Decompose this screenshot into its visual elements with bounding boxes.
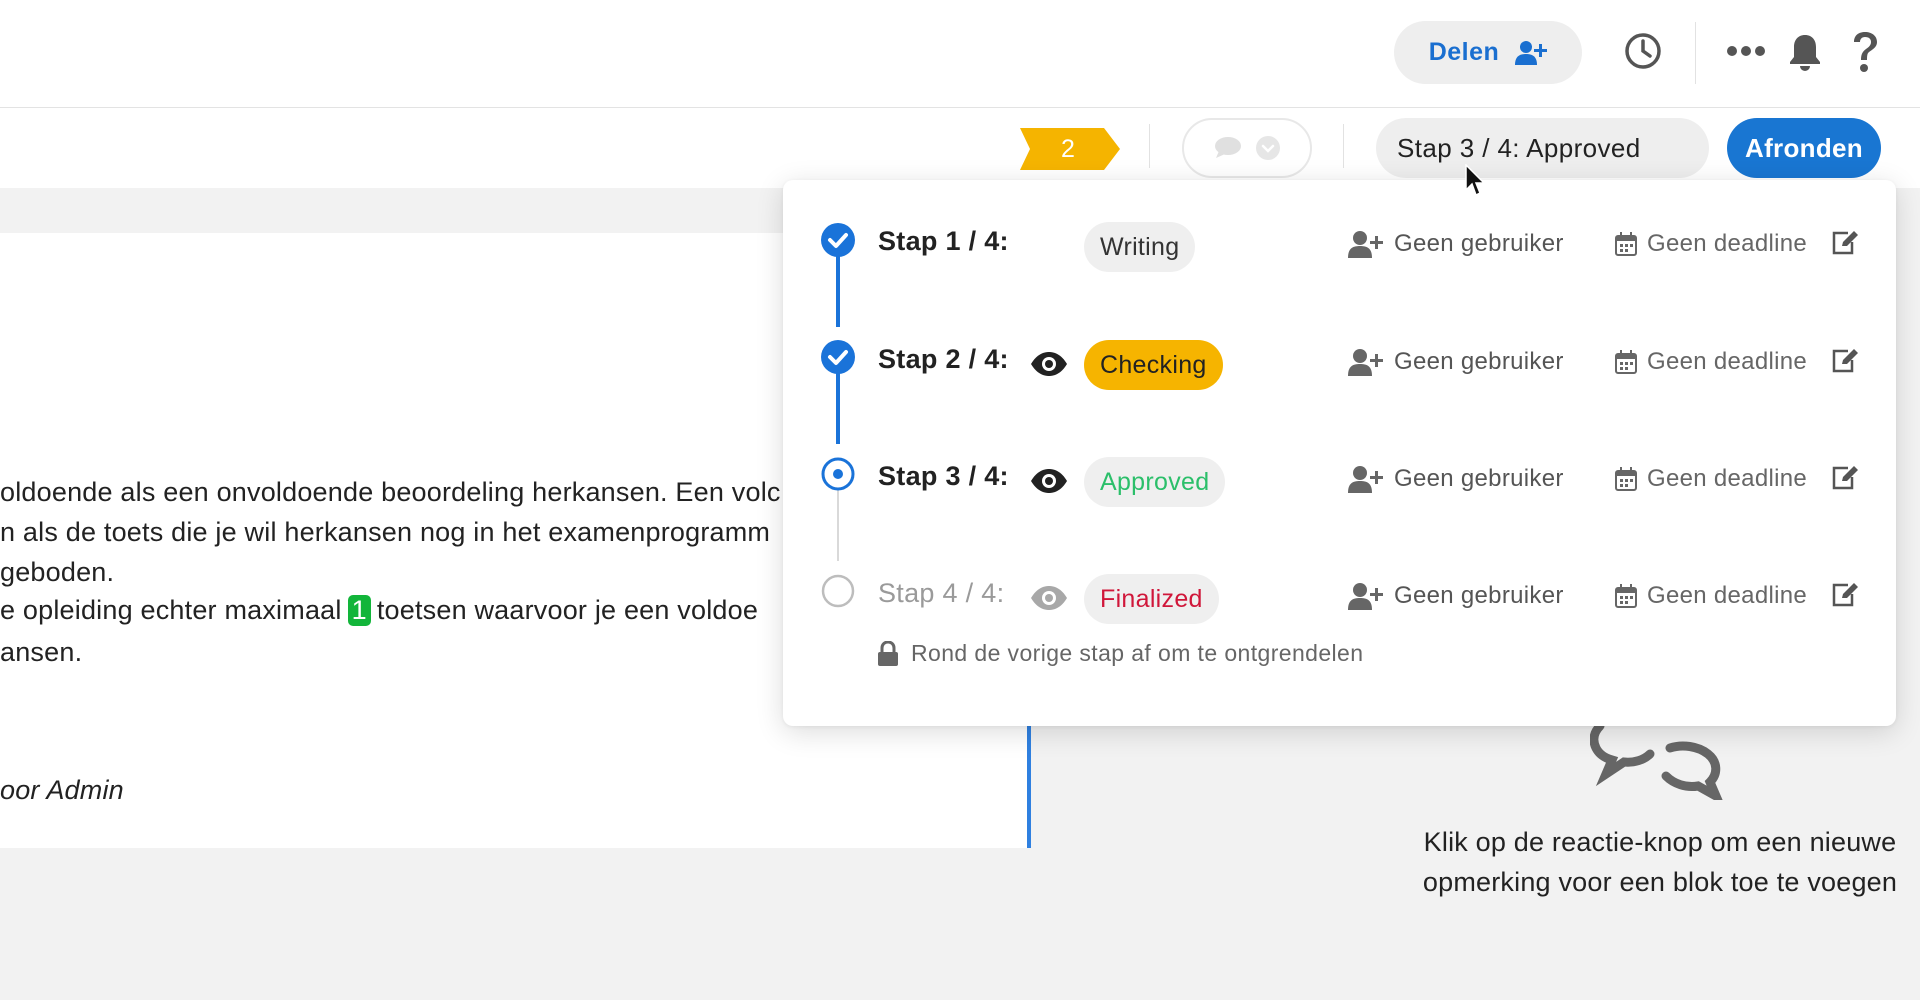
step-label: Stap 1 / 4: — [878, 226, 1009, 256]
set-deadline-button[interactable]: Geen deadline — [1615, 582, 1807, 610]
assignee-label: Geen gebruiker — [1394, 348, 1564, 375]
document-text-fragment: e opleiding echter maximaal — [0, 595, 342, 625]
deadline-label: Geen deadline — [1647, 230, 1808, 257]
step-label: Stap 3 / 4: — [878, 461, 1009, 491]
comments-empty-hint: Klik op de reactie-knop om een nieuwe op… — [1422, 827, 1898, 897]
help-icon[interactable] — [1850, 30, 1880, 74]
divider — [1343, 124, 1344, 168]
document-text-line: oldoende als een onvoldoende beoordeling… — [0, 477, 781, 507]
active-block-indicator — [1027, 720, 1031, 848]
eye-icon[interactable] — [1030, 351, 1068, 377]
status-badge: Approved — [1084, 457, 1226, 507]
add-user-icon — [1515, 40, 1548, 66]
check-icon — [821, 223, 855, 257]
divider — [1695, 22, 1696, 84]
add-user-icon — [1348, 348, 1384, 376]
assign-user-button[interactable]: Geen gebruiker — [1348, 582, 1564, 610]
variable-highlight[interactable]: 1 — [347, 595, 371, 626]
top-bar: Delen — [0, 0, 1920, 108]
workflow-step-select[interactable]: Stap 3 / 4: Approved — [1376, 118, 1709, 178]
set-deadline-button[interactable]: Geen deadline — [1615, 348, 1807, 376]
current-step-icon — [821, 457, 855, 491]
share-label: Delen — [1428, 38, 1500, 66]
status-badge: Checking — [1084, 340, 1223, 390]
add-user-icon — [1348, 465, 1384, 493]
step-label: Stap 4 / 4: — [878, 578, 1005, 608]
calendar-icon — [1615, 584, 1637, 608]
edit-icon[interactable] — [1831, 465, 1859, 491]
calendar-icon — [1615, 467, 1637, 491]
comment-icon — [1213, 136, 1243, 160]
check-icon — [821, 340, 855, 374]
assign-user-button[interactable]: Geen gebruiker — [1348, 230, 1564, 258]
assign-user-button[interactable]: Geen gebruiker — [1348, 348, 1564, 376]
status-badge: Writing — [1084, 222, 1196, 272]
chevron-down-icon — [1255, 135, 1281, 161]
comments-large-icon — [1590, 718, 1730, 800]
eye-icon[interactable] — [1030, 468, 1068, 494]
divider — [1149, 124, 1150, 168]
assignee-label: Geen gebruiker — [1394, 582, 1564, 609]
pending-step-icon — [821, 574, 855, 608]
lock-icon — [877, 640, 899, 667]
assignee-label: Geen gebruiker — [1394, 465, 1564, 492]
eye-icon — [1030, 585, 1068, 611]
calendar-icon — [1615, 232, 1637, 256]
calendar-icon — [1615, 350, 1637, 374]
flag-count: 2 — [1061, 135, 1075, 163]
locked-step-text: Rond de vorige stap af om te ontgrendele… — [911, 640, 1364, 666]
finish-button[interactable]: Afronden — [1727, 118, 1881, 178]
add-user-icon — [1348, 582, 1384, 610]
share-button[interactable]: Delen — [1394, 21, 1582, 84]
edit-icon[interactable] — [1831, 230, 1859, 256]
set-deadline-button[interactable]: Geen deadline — [1615, 230, 1807, 258]
status-badge: Finalized — [1084, 574, 1219, 624]
document-text-line: e opleiding echter maximaal 1 toetsen waar… — [0, 595, 758, 626]
deadline-label: Geen deadline — [1647, 582, 1808, 609]
deadline-label: Geen deadline — [1647, 348, 1808, 375]
set-deadline-button[interactable]: Geen deadline — [1615, 465, 1807, 493]
bell-icon[interactable] — [1788, 32, 1822, 72]
history-icon[interactable] — [1624, 32, 1662, 70]
edit-icon[interactable] — [1831, 348, 1859, 374]
assignee-label: Geen gebruiker — [1394, 230, 1564, 257]
document-text-line: ansen. — [0, 637, 83, 667]
document-author: oor Admin — [0, 775, 124, 805]
document-text-line: geboden. — [0, 557, 115, 587]
assign-user-button[interactable]: Geen gebruiker — [1348, 465, 1564, 493]
add-user-icon — [1348, 230, 1384, 258]
cursor-icon — [1465, 164, 1487, 198]
locked-step-note: Rond de vorige stap af om te ontgrendele… — [877, 640, 1363, 667]
more-icon[interactable] — [1727, 44, 1765, 58]
document-text-line: n als de toets die je wil herkansen nog … — [0, 517, 771, 547]
deadline-label: Geen deadline — [1647, 465, 1808, 492]
document-text-fragment: toetsen waarvoor je een voldoe — [376, 595, 759, 625]
edit-icon[interactable] — [1831, 582, 1859, 608]
step-label: Stap 2 / 4: — [878, 344, 1009, 374]
comment-filter-button[interactable] — [1182, 118, 1312, 178]
